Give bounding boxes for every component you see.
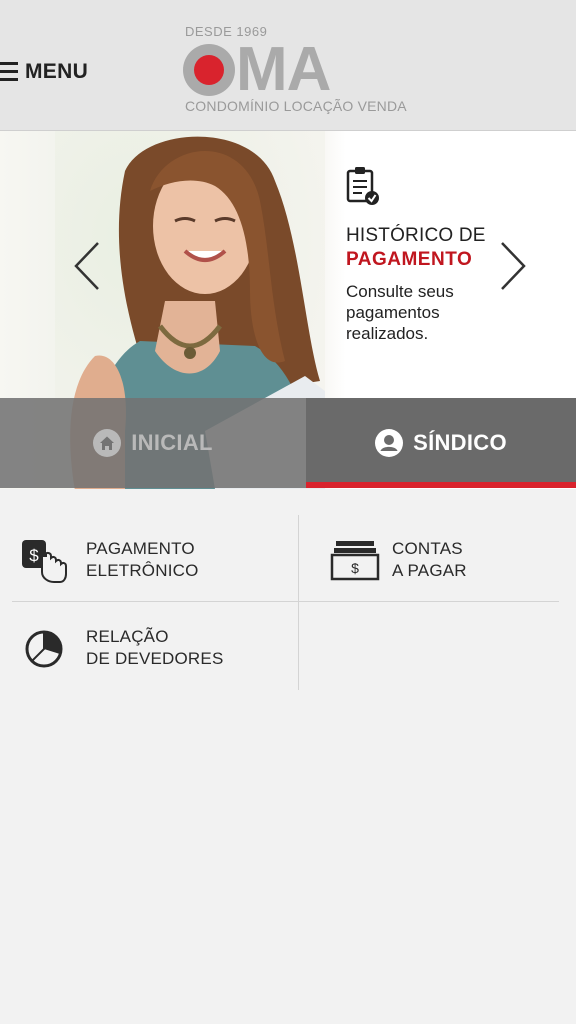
brand-logo[interactable]: DESDE 1969 MA CONDOMÍNIO LOCAÇÃO VENDA: [183, 22, 433, 122]
svg-text:$: $: [351, 560, 359, 576]
pagamento-eletronico-button[interactable]: $ PAGAMENTO ELETRÔNICO: [20, 535, 290, 585]
label-line1: PAGAMENTO: [86, 539, 195, 558]
relacao-de-devedores-button[interactable]: RELAÇÃO DE DEVEDORES: [24, 623, 294, 673]
app-header: MENU DESDE 1969 MA CONDOMÍNIO LOCAÇÃO VE…: [0, 0, 576, 131]
carousel-prev-arrow-icon[interactable]: [72, 241, 102, 291]
logo-mark-text: MA: [236, 35, 331, 104]
hero-description: Consulte seus pagamentos realizados.: [346, 282, 454, 343]
bills-icon: $: [330, 541, 380, 581]
label-line1: CONTAS: [392, 539, 463, 558]
logo-o-icon: [183, 44, 235, 96]
home-icon: [93, 429, 122, 457]
label-line2: ELETRÔNICO: [86, 561, 199, 580]
pie-chart-icon: [25, 630, 63, 668]
svg-text:$: $: [29, 546, 39, 565]
contas-a-pagar-label: CONTAS A PAGAR: [392, 538, 467, 582]
label-line2: DE DEVEDORES: [86, 649, 224, 668]
relacao-de-devedores-label: RELAÇÃO DE DEVEDORES: [86, 626, 224, 670]
tab-inicial[interactable]: INICIAL: [0, 398, 306, 488]
sindico-options-grid: $ PAGAMENTO ELETRÔNICO $ CONTAS A PAGAR …: [0, 515, 576, 690]
tab-inicial-label: INICIAL: [131, 430, 213, 455]
tab-sindico-label: SÍNDICO: [413, 430, 507, 455]
contas-a-pagar-button[interactable]: $ CONTAS A PAGAR: [330, 535, 560, 585]
hamburger-icon: [0, 60, 18, 84]
user-circle-icon: [375, 429, 404, 457]
tab-sindico[interactable]: SÍNDICO: [306, 398, 576, 488]
grid-divider-horizontal: [12, 601, 559, 602]
carousel-next-arrow-icon[interactable]: [498, 241, 528, 291]
logo-mark: MA: [183, 35, 331, 104]
menu-label: MENU: [25, 60, 89, 83]
logo-tagline: CONDOMÍNIO LOCAÇÃO VENDA: [185, 98, 407, 114]
grid-divider-vertical: [298, 515, 299, 690]
section-tabs: INICIAL SÍNDICO: [0, 398, 576, 488]
label-line2: A PAGAR: [392, 561, 467, 580]
payment-touch-icon: $: [22, 540, 67, 583]
clipboard-check-icon: [346, 167, 379, 205]
menu-button[interactable]: MENU: [0, 52, 88, 92]
pagamento-eletronico-label: PAGAMENTO ELETRÔNICO: [86, 538, 199, 582]
label-line1: RELAÇÃO: [86, 627, 169, 646]
